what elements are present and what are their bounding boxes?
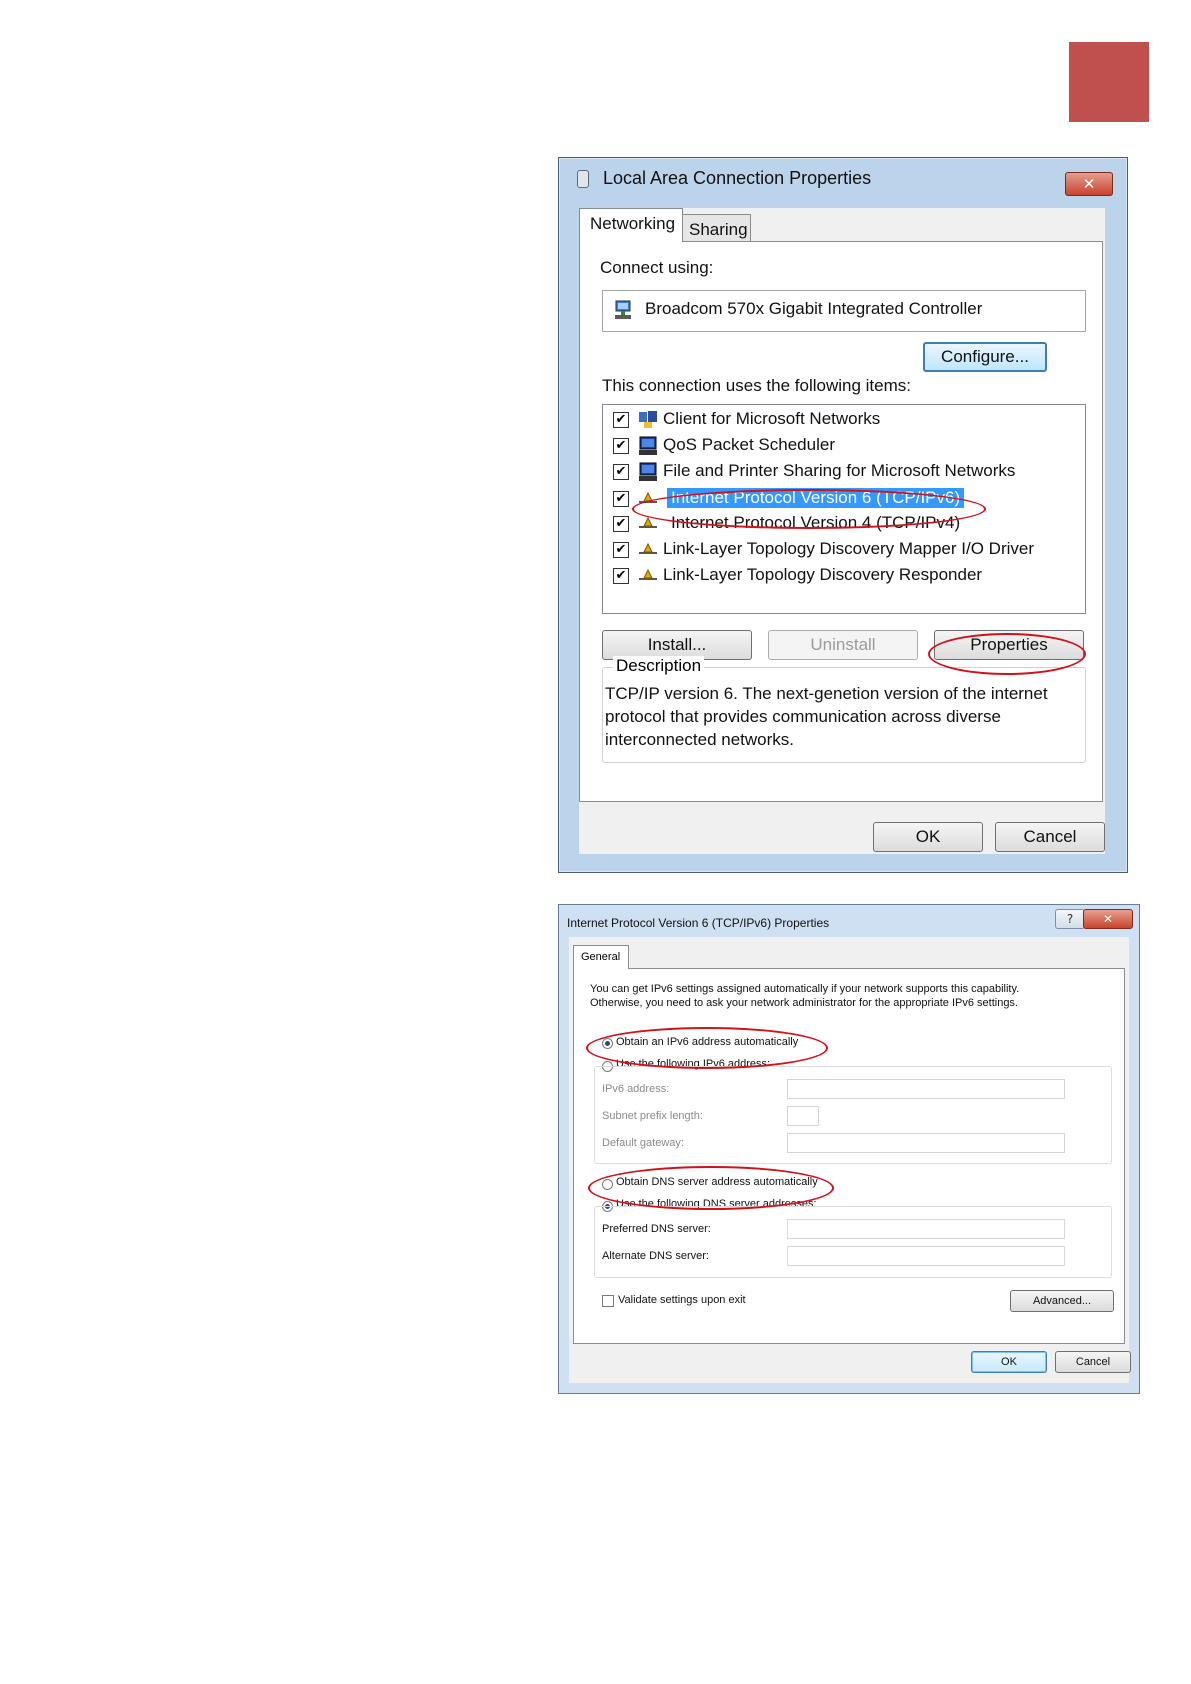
adapter-name: Broadcom 570x Gigabit Integrated Control… bbox=[645, 299, 983, 318]
configure-button[interactable]: Configure... bbox=[923, 342, 1047, 372]
auto-dns-label: Obtain DNS server address automatically bbox=[616, 1176, 818, 1188]
list-item[interactable]: ✔ Link-Layer Topology Discovery Responde… bbox=[613, 565, 1083, 587]
alternate-dns-field[interactable] bbox=[787, 1246, 1065, 1266]
alternate-dns-label: Alternate DNS server: bbox=[602, 1250, 709, 1262]
preferred-dns-label: Preferred DNS server: bbox=[602, 1223, 711, 1235]
close-button[interactable]: ✕ bbox=[1083, 909, 1133, 929]
lan-properties-dialog: Local Area Connection Properties ✕ Netwo… bbox=[558, 157, 1128, 873]
item-checkbox[interactable]: ✔ bbox=[613, 464, 629, 480]
dialog-title: Internet Protocol Version 6 (TCP/IPv6) P… bbox=[567, 916, 830, 930]
validate-checkbox[interactable] bbox=[602, 1295, 614, 1307]
description-group: Description TCP/IP version 6. The next-g… bbox=[602, 656, 1086, 763]
item-checkbox[interactable]: ✔ bbox=[613, 516, 629, 532]
title-bar: Local Area Connection Properties ✕ bbox=[559, 158, 1127, 198]
item-label: File and Printer Sharing for Microsoft N… bbox=[663, 461, 1016, 480]
list-item[interactable]: ✔ Client for Microsoft Networks bbox=[613, 409, 1083, 431]
list-item[interactable]: ✔ Link-Layer Topology Discovery Mapper I… bbox=[613, 539, 1083, 561]
dialog-client-area: Networking Sharing Connect using: Broadc… bbox=[579, 208, 1105, 854]
protocol-icon bbox=[639, 516, 657, 528]
general-panel: You can get IPv6 settings assigned autom… bbox=[573, 968, 1125, 1344]
item-checkbox[interactable]: ✔ bbox=[613, 438, 629, 454]
default-gateway-field[interactable] bbox=[787, 1133, 1065, 1153]
subnet-prefix-label: Subnet prefix length: bbox=[602, 1110, 703, 1122]
item-checkbox[interactable]: ✔ bbox=[613, 412, 629, 428]
item-checkbox[interactable]: ✔ bbox=[613, 542, 629, 558]
ipv6-address-field[interactable] bbox=[787, 1079, 1065, 1099]
computer-icon bbox=[639, 436, 657, 455]
close-button[interactable]: ✕ bbox=[1065, 172, 1113, 196]
connect-using-label: Connect using: bbox=[600, 258, 714, 277]
validate-label: Validate settings upon exit bbox=[618, 1294, 746, 1306]
items-label: This connection uses the following items… bbox=[602, 376, 911, 395]
subnet-prefix-field[interactable] bbox=[787, 1106, 819, 1126]
auto-address-radio[interactable] bbox=[602, 1038, 613, 1049]
description-label: Description bbox=[613, 656, 705, 676]
intro-line-2: Otherwise, you need to ask your network … bbox=[590, 997, 1018, 1009]
networking-panel: Connect using: Broadcom 570x Gigabit Int… bbox=[579, 241, 1103, 802]
description-text: TCP/IP version 6. The next-genetion vers… bbox=[605, 684, 1048, 749]
network-plug-icon bbox=[577, 170, 589, 188]
item-label-selected: Internet Protocol Version 6 (TCP/IPv6) bbox=[667, 488, 965, 508]
item-label: Link-Layer Topology Discovery Responder bbox=[663, 565, 983, 584]
list-item[interactable]: ✔ Internet Protocol Version 6 (TCP/IPv6) bbox=[613, 488, 1083, 510]
client-icon bbox=[639, 411, 657, 428]
page-corner-tab bbox=[1069, 42, 1149, 122]
ipv6-properties-dialog: Internet Protocol Version 6 (TCP/IPv6) P… bbox=[558, 904, 1140, 1394]
tab-general[interactable]: General bbox=[573, 945, 629, 969]
item-checkbox[interactable]: ✔ bbox=[613, 491, 629, 507]
auto-dns-radio[interactable] bbox=[602, 1179, 613, 1190]
help-button[interactable]: ? bbox=[1055, 909, 1085, 929]
item-label: QoS Packet Scheduler bbox=[663, 435, 835, 454]
computer-icon bbox=[639, 462, 657, 481]
dialog-client-area: General You can get IPv6 settings assign… bbox=[569, 937, 1131, 1383]
adapter-box: Broadcom 570x Gigabit Integrated Control… bbox=[602, 290, 1086, 332]
intro-line-1: You can get IPv6 settings assigned autom… bbox=[590, 983, 1020, 995]
advanced-button[interactable]: Advanced... bbox=[1010, 1290, 1114, 1312]
cancel-button[interactable]: Cancel bbox=[1055, 1351, 1131, 1373]
network-adapter-icon bbox=[615, 300, 631, 319]
tab-networking[interactable]: Networking bbox=[579, 208, 683, 242]
list-item[interactable]: ✔ File and Printer Sharing for Microsoft… bbox=[613, 461, 1083, 483]
item-checkbox[interactable]: ✔ bbox=[613, 568, 629, 584]
dialog-title: Local Area Connection Properties bbox=[603, 168, 872, 188]
preferred-dns-field[interactable] bbox=[787, 1219, 1065, 1239]
protocol-icon bbox=[639, 491, 657, 503]
item-label: Link-Layer Topology Discovery Mapper I/O… bbox=[663, 539, 1034, 558]
list-item[interactable]: ✔ Internet Protocol Version 4 (TCP/IPv4) bbox=[613, 513, 1083, 535]
item-label: Client for Microsoft Networks bbox=[663, 409, 881, 428]
list-item[interactable]: ✔ QoS Packet Scheduler bbox=[613, 435, 1083, 457]
tab-sharing[interactable]: Sharing bbox=[683, 214, 751, 242]
ok-button[interactable]: OK bbox=[971, 1351, 1047, 1373]
items-list: ✔ Client for Microsoft Networks ✔ QoS Pa… bbox=[602, 404, 1086, 614]
ipv6-address-label: IPv6 address: bbox=[602, 1083, 670, 1095]
item-label: Internet Protocol Version 4 (TCP/IPv4) bbox=[671, 513, 961, 532]
dns-group bbox=[594, 1206, 1112, 1278]
auto-address-label: Obtain an IPv6 address automatically bbox=[616, 1036, 799, 1048]
protocol-icon bbox=[639, 568, 657, 580]
properties-button[interactable]: Properties bbox=[934, 630, 1084, 660]
default-gateway-label: Default gateway: bbox=[602, 1137, 684, 1149]
protocol-icon bbox=[639, 542, 657, 554]
uninstall-button: Uninstall bbox=[768, 630, 918, 660]
ok-button[interactable]: OK bbox=[873, 822, 983, 852]
cancel-button[interactable]: Cancel bbox=[995, 822, 1105, 852]
